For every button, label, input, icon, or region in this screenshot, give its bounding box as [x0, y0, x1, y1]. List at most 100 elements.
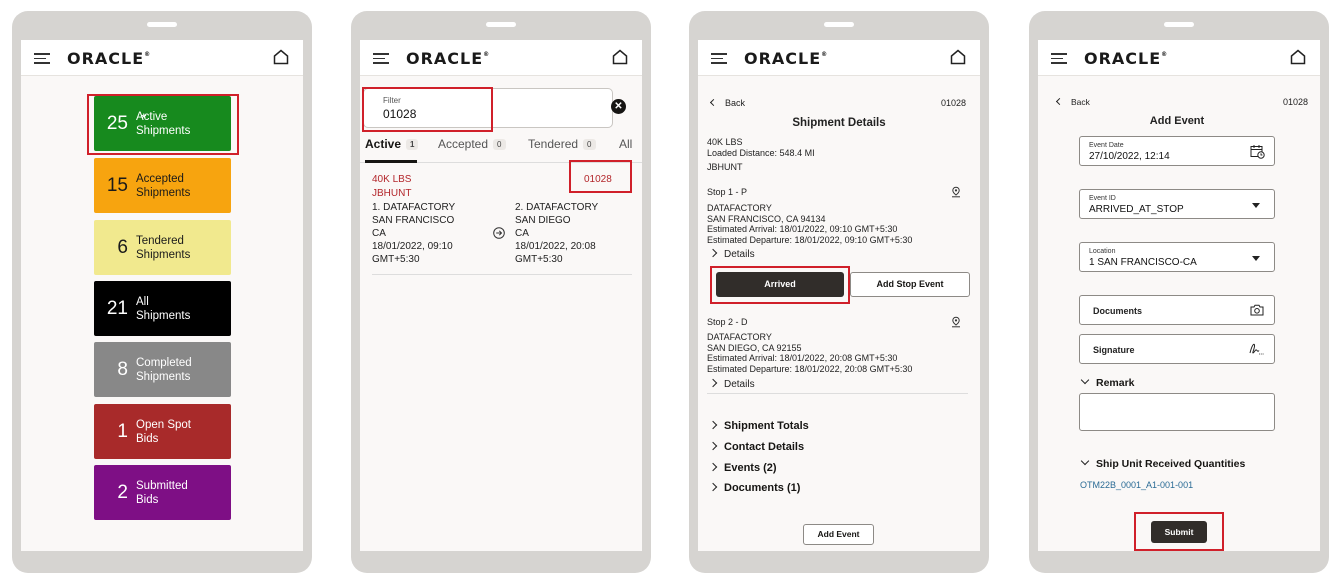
filter-input[interactable]: Filter 01028	[363, 88, 613, 128]
add-event-button[interactable]: Add Event	[803, 524, 874, 545]
section-shipment-totals[interactable]: Shipment Totals	[708, 420, 809, 432]
tile-tendered-shipments[interactable]: 6 Tendered Shipments	[94, 220, 231, 275]
field-label: Documents	[1093, 306, 1143, 316]
tab-active[interactable]: Active 1	[365, 137, 419, 151]
event-date-field[interactable]: Event Date 27/10/2022, 12:14	[1079, 136, 1275, 166]
tile-label: All Shipments	[136, 295, 191, 322]
tile-accepted-shipments[interactable]: 15 Accepted Shipments	[94, 158, 231, 213]
clear-filter-icon[interactable]: ✕	[611, 99, 626, 114]
tab-all[interactable]: All	[619, 137, 632, 151]
shipment-id: 01028	[1283, 97, 1309, 107]
chevron-down-icon	[1252, 203, 1260, 208]
chevron-right-icon	[708, 462, 718, 472]
tile-active-shipments[interactable]: 25 * Active Shipments	[94, 96, 231, 151]
ship-unit-section-toggle[interactable]: Ship Unit Received Quantities	[1080, 456, 1245, 470]
section-contact-details[interactable]: Contact Details	[708, 441, 804, 453]
event-id-select[interactable]: Event ID ARRIVED_AT_STOP	[1079, 189, 1275, 219]
camera-icon[interactable]	[1250, 304, 1264, 316]
tile-label: Submitted Bids	[136, 479, 188, 506]
tile-count: 15	[106, 174, 128, 196]
back-button[interactable]: Back	[709, 98, 745, 109]
shipment-id[interactable]: 01028	[584, 173, 612, 186]
tile-label: Open Spot Bids	[136, 418, 191, 445]
active-tab-indicator	[365, 160, 417, 163]
hamburger-menu-icon[interactable]	[373, 53, 389, 64]
stop-title: Stop 1 - P	[707, 187, 748, 197]
phone-shipment-details: ORACLE® Back 01028 Shipment Details 40K …	[689, 11, 989, 573]
stage: ORACLE® 25 * Active Shipments 15 Accepted…	[0, 0, 1340, 580]
location-pin-icon[interactable]	[950, 316, 962, 328]
destination-stop: 2. DATAFACTORY SAN DIEGO CA 18/01/2022, …	[515, 202, 599, 265]
chevron-left-icon	[709, 98, 718, 107]
shipment-list-screen: ORACLE® Filter 01028 ✕ Active 1 Accepted 0…	[360, 40, 642, 551]
stop-1-details-toggle[interactable]: Details	[708, 248, 755, 261]
tile-count: 6	[117, 236, 128, 258]
home-icon[interactable]	[950, 49, 966, 65]
home-icon[interactable]	[273, 49, 289, 65]
hamburger-menu-icon[interactable]	[711, 53, 727, 64]
field-label: Location	[1089, 248, 1116, 255]
oracle-logo: ORACLE®	[744, 49, 829, 68]
tab-accepted[interactable]: Accepted 0	[438, 137, 506, 151]
tile-count: 21	[106, 297, 128, 319]
chevron-down-icon	[1080, 456, 1090, 466]
tile-completed-shipments[interactable]: 8 Completed Shipments	[94, 342, 231, 397]
tile-all-shipments[interactable]: 21 All Shipments	[94, 281, 231, 336]
section-divider	[707, 393, 968, 394]
oracle-logo: ORACLE®	[1084, 49, 1169, 68]
remark-textarea[interactable]	[1079, 393, 1275, 431]
add-stop-event-button[interactable]: Add Stop Event	[850, 272, 970, 297]
phone-notch	[147, 22, 177, 27]
field-label: Event ID	[1089, 195, 1116, 202]
phone-shipment-list: ORACLE® Filter 01028 ✕ Active 1 Accepted 0…	[351, 11, 651, 573]
home-icon[interactable]	[1290, 49, 1306, 65]
shipment-id: 01028	[941, 98, 967, 108]
tile-submitted-bids[interactable]: 2 Submitted Bids	[94, 465, 231, 520]
tile-star: *	[141, 110, 147, 126]
stop-title: Stop 2 - D	[707, 317, 748, 327]
app-header: ORACLE®	[1038, 40, 1320, 76]
shipment-weight: 40K LBS	[707, 137, 743, 147]
calendar-clock-icon[interactable]	[1250, 144, 1265, 159]
remark-section-toggle[interactable]: Remark	[1080, 375, 1135, 389]
app-header: ORACLE®	[698, 40, 980, 76]
documents-field[interactable]: Documents	[1079, 295, 1275, 325]
section-events[interactable]: Events (2)	[708, 462, 777, 474]
location-pin-icon[interactable]	[950, 186, 962, 198]
phone-notch	[1164, 22, 1194, 27]
shipment-weight: 40K LBS	[372, 174, 412, 185]
signature-icon[interactable]	[1249, 342, 1265, 356]
chevron-down-icon	[1252, 256, 1260, 261]
arrived-button[interactable]: Arrived	[716, 272, 844, 297]
phone-add-event: ORACLE® Back 01028 Add Event Event Date …	[1029, 11, 1329, 573]
stop-2-info: DATAFACTORY SAN DIEGO, CA 92155 Estimate…	[707, 332, 913, 374]
tile-count: 2	[117, 481, 128, 503]
stop-1-info: DATAFACTORY SAN FRANCISCO, CA 94134 Esti…	[707, 203, 913, 245]
location-select[interactable]: Location 1 SAN FRANCISCO-CA	[1079, 242, 1275, 272]
field-value: ARRIVED_AT_STOP	[1089, 204, 1184, 215]
tile-count: 1	[117, 420, 128, 442]
phone-dashboard: ORACLE® 25 * Active Shipments 15 Accepted…	[12, 11, 312, 573]
tile-label: Accepted Shipments	[136, 172, 191, 199]
back-button[interactable]: Back	[1055, 97, 1090, 108]
hamburger-menu-icon[interactable]	[1051, 53, 1067, 64]
signature-field[interactable]: Signature	[1079, 334, 1275, 364]
submit-button[interactable]: Submit	[1151, 521, 1207, 543]
oracle-logo: ORACLE®	[406, 49, 491, 68]
tile-label: Completed Shipments	[136, 356, 192, 383]
field-value: 27/10/2022, 12:14	[1089, 151, 1170, 162]
tile-open-spot-bids[interactable]: 1 Open Spot Bids	[94, 404, 231, 459]
home-icon[interactable]	[612, 49, 628, 65]
tile-count: 8	[117, 358, 128, 380]
section-documents[interactable]: Documents (1)	[708, 482, 800, 494]
hamburger-menu-icon[interactable]	[34, 53, 50, 64]
ship-unit-link[interactable]: OTM22B_0001_A1-001-001	[1080, 480, 1193, 490]
tile-count: 25	[106, 112, 128, 134]
chevron-right-icon	[708, 482, 718, 492]
phone-notch	[486, 22, 516, 27]
shipment-carrier: JBHUNT	[707, 162, 743, 172]
stop-2-details-toggle[interactable]: Details	[708, 378, 755, 391]
phone-notch	[824, 22, 854, 27]
tab-tendered[interactable]: Tendered 0	[528, 137, 596, 151]
oracle-logo: ORACLE®	[67, 49, 152, 68]
